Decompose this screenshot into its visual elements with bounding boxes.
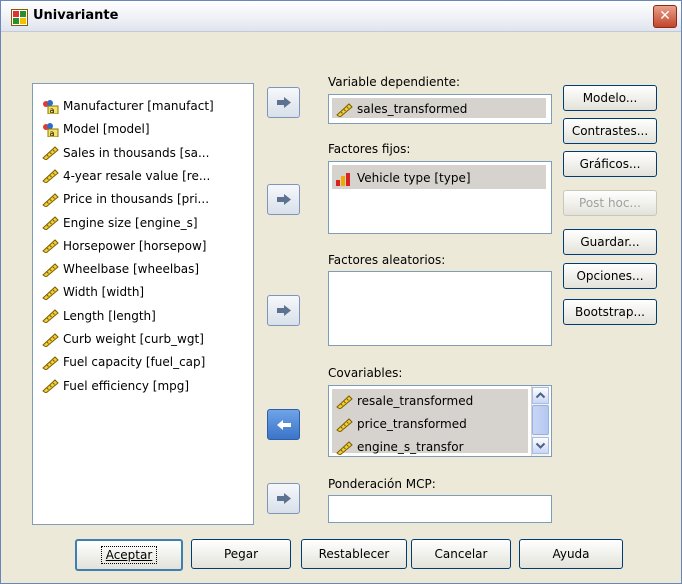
scale-ruler-icon [335, 394, 353, 410]
list-item[interactable]: a Model [model] [41, 119, 150, 139]
wls-weight-label: Ponderación MCP: [328, 477, 436, 491]
cancel-button[interactable]: Cancelar [411, 539, 511, 569]
close-button[interactable]: ✕ [653, 5, 677, 28]
scale-ruler-icon [41, 216, 59, 231]
scale-ruler-icon [41, 146, 59, 161]
arrow-right-icon [277, 493, 291, 504]
covariate-label: resale_transformed [357, 394, 474, 408]
source-variable-list[interactable]: a Manufacturer [manufact] a Model [model] Sa… [32, 83, 254, 525]
scale-ruler-icon [41, 286, 59, 301]
scale-ruler-icon [41, 262, 59, 278]
dependent-variable-field[interactable]: sales_transformed [328, 94, 552, 124]
arrow-right-icon [277, 305, 291, 316]
move-to-dependent-button[interactable] [267, 87, 300, 118]
model-button[interactable]: Modelo... [563, 85, 657, 111]
move-from-covariates-button[interactable] [267, 409, 300, 440]
list-item[interactable]: Fuel capacity [fuel_cap] [41, 352, 205, 372]
covariates-scrollbar[interactable] [531, 386, 549, 456]
scale-ruler-icon [41, 192, 59, 208]
arrow-right-icon [277, 97, 291, 108]
list-item[interactable]: Horsepower [horsepow] [41, 236, 207, 256]
options-button[interactable]: Opciones... [563, 263, 657, 289]
covariates-label: Covariables: [328, 366, 403, 380]
variable-label: 4-year resale value [re... [63, 168, 211, 183]
variable-label: Model [model] [63, 122, 150, 137]
fixed-factors-list[interactable]: Vehicle type [type] [328, 161, 552, 234]
variable-label: Fuel capacity [fuel_cap] [63, 355, 206, 370]
move-to-random-factors-button[interactable] [267, 295, 300, 326]
bootstrap-button[interactable]: Bootstrap... [563, 299, 657, 325]
scale-ruler-icon [41, 309, 59, 324]
nominal-string-icon: a [41, 122, 59, 138]
fixed-factor-value: Vehicle type [type] [357, 171, 471, 185]
scale-ruler-icon [41, 379, 59, 394]
scale-ruler-icon [335, 417, 353, 433]
move-to-fixed-factors-button[interactable] [267, 184, 300, 215]
nominal-string-icon: a [41, 99, 59, 115]
list-item[interactable]: Width [width] [41, 282, 144, 302]
variable-label: Price in thousands [pri... [63, 192, 210, 207]
fixed-factors-label: Factores fijos: [328, 142, 411, 156]
scale-ruler-icon [41, 169, 59, 185]
chevron-up-icon [535, 392, 546, 399]
list-item[interactable]: price_transformed [335, 414, 467, 434]
chevron-down-icon [535, 442, 546, 449]
variable-label: Length [length] [63, 308, 156, 323]
arrow-left-icon [277, 418, 291, 430]
list-item[interactable]: Sales in thousands [sa... [41, 143, 209, 163]
variable-label: Curb weight [curb_wgt] [63, 332, 204, 346]
covariate-label: engine_s_transfor [357, 440, 464, 454]
scale-ruler-icon [41, 332, 59, 348]
reset-button[interactable]: Restablecer [301, 539, 407, 569]
scale-ruler-icon [41, 356, 59, 371]
title-bar[interactable]: Univariante ✕ [1, 1, 681, 32]
list-item[interactable]: a Manufacturer [manufact] [41, 96, 214, 116]
dependent-variable-label: Variable dependiente: [328, 75, 461, 89]
wls-weight-field[interactable] [328, 495, 552, 523]
move-to-wls-weight-button[interactable] [267, 483, 300, 514]
help-button[interactable]: Ayuda [519, 539, 623, 569]
scroll-thumb[interactable] [532, 405, 549, 435]
list-item[interactable]: engine_s_transfor [335, 437, 464, 456]
variable-label: Wheelbase [wheelbas] [63, 262, 200, 277]
list-item[interactable]: Wheelbase [wheelbas] [41, 259, 199, 279]
variable-label: Horsepower [horsepow] [63, 238, 207, 253]
plots-button[interactable]: Gráficos... [563, 151, 657, 177]
list-item[interactable]: Length [length] [41, 306, 156, 326]
list-item[interactable]: Fuel efficiency [mpg] [41, 376, 189, 396]
svg-text:a: a [50, 129, 55, 137]
scroll-down-button[interactable] [532, 437, 549, 454]
list-item[interactable]: Price in thousands [pri... [41, 189, 209, 209]
list-item[interactable]: 4-year resale value [re... [41, 166, 210, 186]
scale-ruler-icon [41, 239, 59, 254]
spss-dialog-icon [11, 9, 28, 26]
nominal-bar-chart-icon [335, 172, 353, 186]
variable-label: Fuel efficiency [mpg] [63, 378, 190, 393]
list-item[interactable]: resale_transformed [335, 391, 473, 411]
post-hoc-button[interactable]: Post hoc... [563, 190, 657, 216]
covariate-label: price_transformed [357, 417, 467, 431]
ok-button[interactable]: Aceptar [75, 539, 183, 571]
contrasts-button[interactable]: Contrastes... [563, 118, 657, 144]
paste-button[interactable]: Pegar [191, 539, 291, 569]
save-button[interactable]: Guardar... [563, 229, 657, 255]
variable-label: Manufacturer [manufact] [63, 99, 214, 113]
random-factors-label: Factores aleatorios: [328, 253, 446, 267]
scroll-up-button[interactable] [532, 387, 549, 404]
variable-label: Sales in thousands [sa... [63, 145, 210, 160]
univariate-dialog: Univariante ✕ a Manufacturer [manufact] a M… [0, 0, 682, 584]
scale-ruler-icon [335, 102, 353, 118]
list-item[interactable]: Vehicle type [type] [335, 168, 471, 188]
scale-ruler-icon [335, 440, 353, 456]
random-factors-list[interactable] [328, 271, 552, 346]
window-title: Univariante [33, 8, 119, 23]
arrow-right-icon [277, 194, 291, 205]
variable-label: Engine size [engine_s] [63, 215, 198, 230]
dependent-variable-value: sales_transformed [357, 102, 468, 116]
covariates-list[interactable]: resale_transformed price_transformed eng… [328, 385, 552, 457]
variable-label: Width [width] [63, 285, 145, 300]
list-item[interactable]: Curb weight [curb_wgt] [41, 329, 204, 349]
svg-text:a: a [50, 106, 55, 114]
list-item[interactable]: Engine size [engine_s] [41, 213, 198, 233]
